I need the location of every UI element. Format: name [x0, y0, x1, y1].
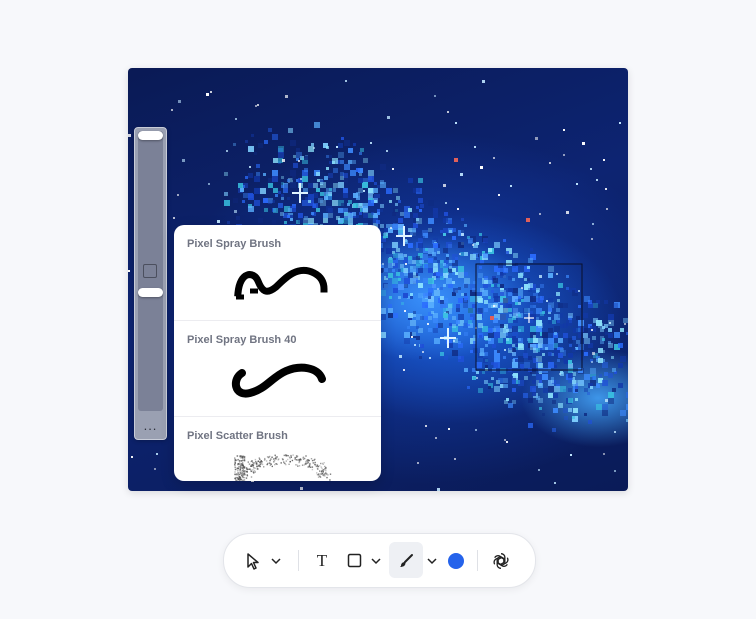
slider-value-handle[interactable]: [138, 288, 163, 297]
openai-logo-icon[interactable]: [490, 534, 512, 587]
brush-name: Pixel Spray Brush: [187, 238, 282, 250]
brush-name: Pixel Spray Brush 40: [187, 334, 297, 346]
brush-stroke-preview: [234, 266, 328, 300]
brush-size-slider-panel[interactable]: ...: [134, 127, 167, 440]
toolbar-divider: [477, 550, 478, 571]
selected-color-dot: [448, 552, 464, 569]
slider-checkbox[interactable]: [143, 264, 157, 278]
text-tool-icon[interactable]: T: [312, 534, 332, 587]
brush-stroke-preview: [231, 363, 326, 398]
select-tool-chevron-down-icon[interactable]: [268, 534, 284, 587]
shape-tool-chevron-down-icon[interactable]: [368, 534, 384, 587]
brush-item-pixel-scatter[interactable]: Pixel Scatter Brush: [174, 417, 381, 481]
brush-item-pixel-spray[interactable]: Pixel Spray Brush: [174, 225, 381, 321]
rectangle-icon[interactable]: [344, 534, 364, 587]
brush-name: Pixel Scatter Brush: [187, 430, 288, 442]
slider-top-handle[interactable]: [138, 131, 163, 140]
toolbar-divider: [298, 550, 299, 571]
brush-item-pixel-spray-40[interactable]: Pixel Spray Brush 40: [174, 321, 381, 417]
cursor-arrow-icon[interactable]: [242, 534, 264, 587]
color-swatch-icon[interactable]: [446, 534, 466, 587]
more-options-button[interactable]: ...: [135, 418, 166, 433]
brush-stroke-preview: [234, 454, 332, 481]
app-stage: ... Pixel Spray Brush Pixel Spray Brush …: [0, 0, 756, 619]
brush-list-panel: Pixel Spray Brush Pixel Spray Brush 40 P…: [174, 225, 381, 481]
brush-icon[interactable]: [396, 534, 416, 587]
bottom-toolbar: T: [223, 533, 536, 588]
brush-tool-chevron-down-icon[interactable]: [424, 534, 440, 587]
